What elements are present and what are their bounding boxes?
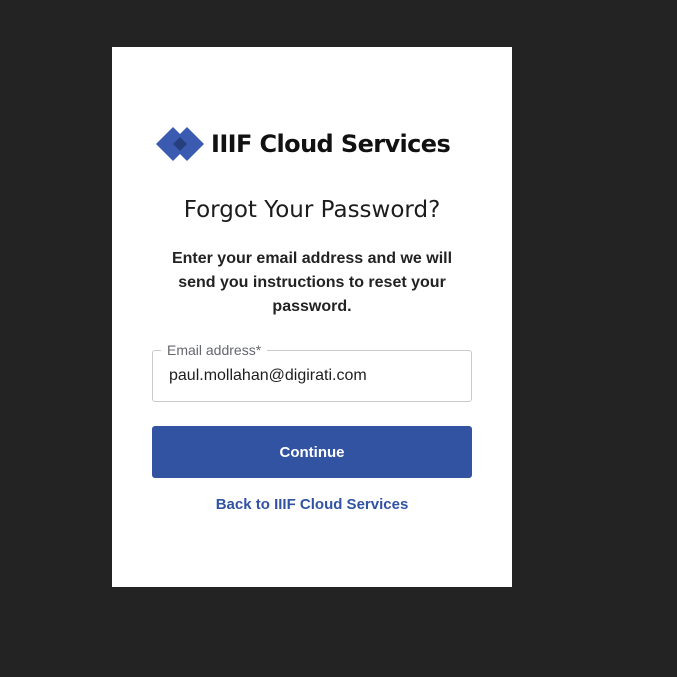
email-field[interactable]: Email address* (152, 342, 472, 402)
forgot-password-card: IIIF Cloud Services Forgot Your Password… (112, 47, 512, 587)
brand-logo: IIIF Cloud Services (156, 127, 451, 161)
back-to-app-link[interactable]: Back to IIIF Cloud Services (112, 496, 512, 513)
continue-button[interactable]: Continue (152, 426, 472, 478)
page-description: Enter your email address and we will sen… (171, 250, 453, 315)
email-input[interactable] (169, 365, 457, 387)
brand-name: IIIF Cloud Services (211, 130, 451, 158)
double-diamond-logo-icon (156, 127, 204, 161)
page-title: Forgot Your Password? (183, 197, 441, 223)
email-field-label: Email address* (161, 342, 268, 358)
